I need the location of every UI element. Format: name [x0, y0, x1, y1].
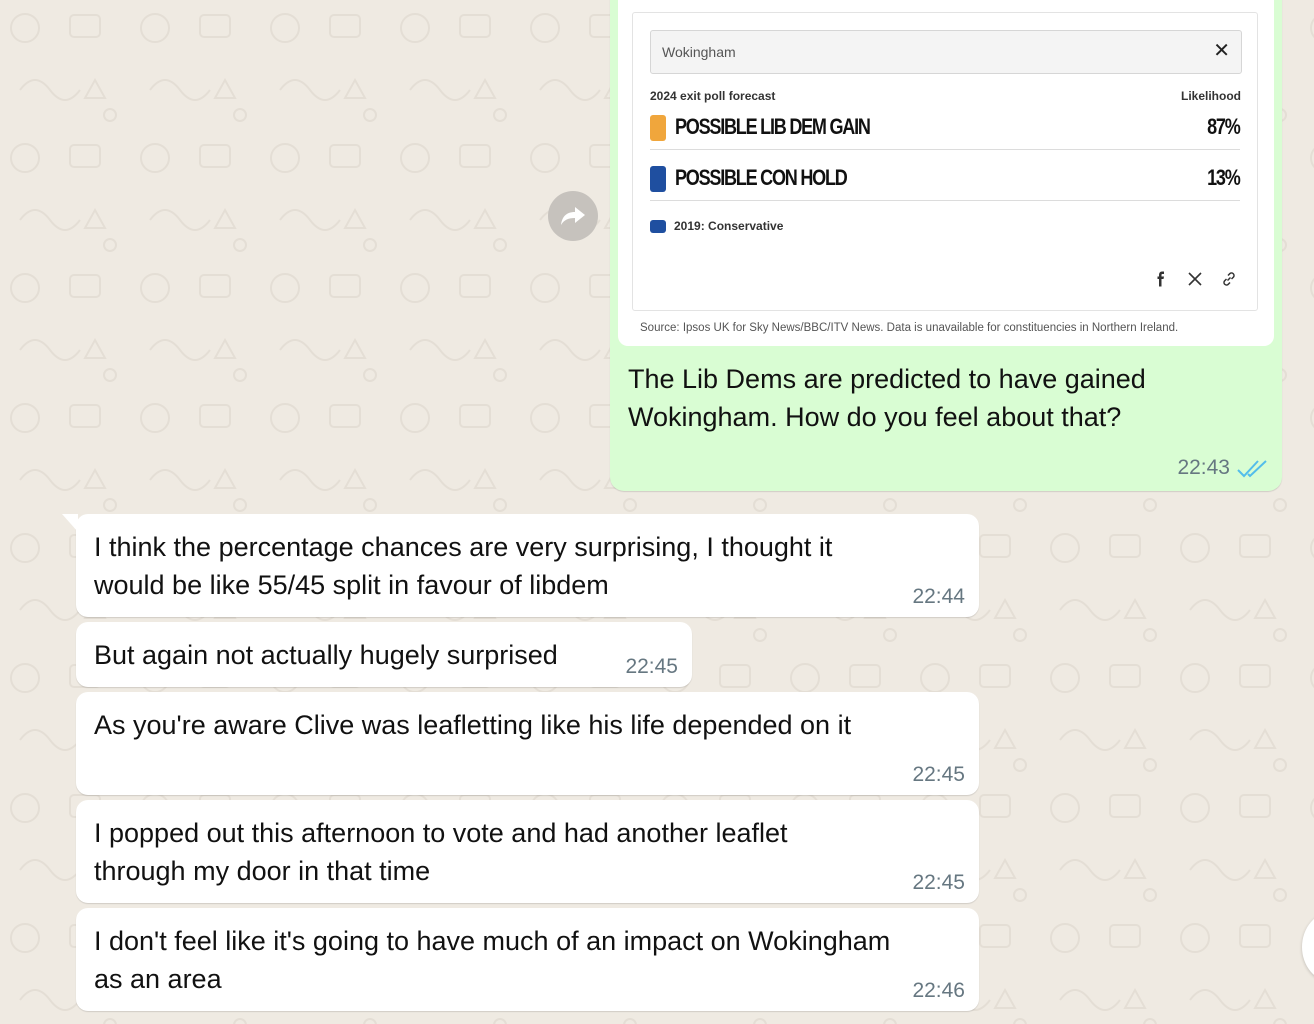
message-text: The Lib Dems are predicted to have gaine…: [628, 364, 1146, 432]
message-time: 22:45: [912, 763, 965, 786]
exit-poll-widget: Wokingham ✕ 2024 exit poll forecast Like…: [632, 12, 1258, 311]
message-text-line: As you're aware Clive was leafletting li…: [94, 710, 852, 740]
close-icon[interactable]: ✕: [1213, 39, 1230, 63]
incoming-message-bubble[interactable]: As you're aware Clive was leafletting li…: [76, 692, 979, 795]
message-time: 22:45: [625, 655, 678, 678]
previous-result-swatch: [650, 220, 666, 233]
message-text-line: But again not actually hugely surprised: [94, 640, 558, 670]
message-text-line: through my door in that time: [94, 856, 431, 886]
source-note: Source: Ipsos UK for Sky News/BBC/ITV Ne…: [640, 322, 1179, 334]
result-row-con: POSSIBLE CON HOLD 13%: [650, 154, 1242, 201]
message-time: 22:46: [912, 979, 965, 1002]
facebook-icon[interactable]: [1153, 271, 1169, 287]
link-preview-card[interactable]: Wokingham ✕ 2024 exit poll forecast Like…: [618, 0, 1274, 346]
search-value: Wokingham: [662, 44, 736, 60]
forecast-label: 2024 exit poll forecast: [650, 89, 776, 103]
read-receipt-icon: [1236, 458, 1270, 485]
message-time: 22:44: [912, 585, 965, 608]
result-row-lib-dem: POSSIBLE LIB DEM GAIN 87%: [650, 103, 1242, 150]
share-icons: [1153, 271, 1237, 287]
incoming-message-bubble[interactable]: I popped out this afternoon to vote and …: [76, 800, 979, 903]
link-icon[interactable]: [1221, 271, 1237, 287]
result-percent: 87%: [1207, 114, 1242, 139]
party-swatch: [650, 166, 666, 192]
outgoing-message-bubble[interactable]: Wokingham ✕ 2024 exit poll forecast Like…: [610, 0, 1282, 491]
message-time: 22:43: [1177, 456, 1230, 479]
message-text-line: I think the percentage chances are very …: [94, 532, 833, 562]
message-text-line: I popped out this afternoon to vote and …: [94, 818, 788, 848]
party-swatch: [650, 115, 666, 141]
forward-button[interactable]: [548, 191, 598, 241]
constituency-search-field[interactable]: Wokingham ✕: [650, 30, 1242, 74]
incoming-message-bubble[interactable]: I think the percentage chances are very …: [62, 514, 979, 617]
result-name: POSSIBLE CON HOLD: [675, 165, 848, 190]
previous-result-text: 2019: Conservative: [674, 219, 784, 233]
message-text-line: I don't feel like it's going to have muc…: [94, 926, 891, 956]
message-text-line: as an area: [94, 964, 222, 994]
forward-icon: [561, 207, 585, 225]
incoming-message-bubble[interactable]: I don't feel like it's going to have muc…: [76, 908, 979, 1011]
x-icon[interactable]: [1187, 271, 1203, 287]
result-percent: 13%: [1207, 165, 1242, 190]
bubble-tail: [62, 514, 78, 532]
message-time: 22:45: [912, 871, 965, 894]
likelihood-label: Likelihood: [1181, 89, 1241, 103]
result-name: POSSIBLE LIB DEM GAIN: [675, 114, 871, 139]
incoming-message-bubble[interactable]: But again not actually hugely surprised 2…: [76, 622, 692, 687]
message-text-line: would be like 55/45 split in favour of l…: [94, 570, 609, 600]
